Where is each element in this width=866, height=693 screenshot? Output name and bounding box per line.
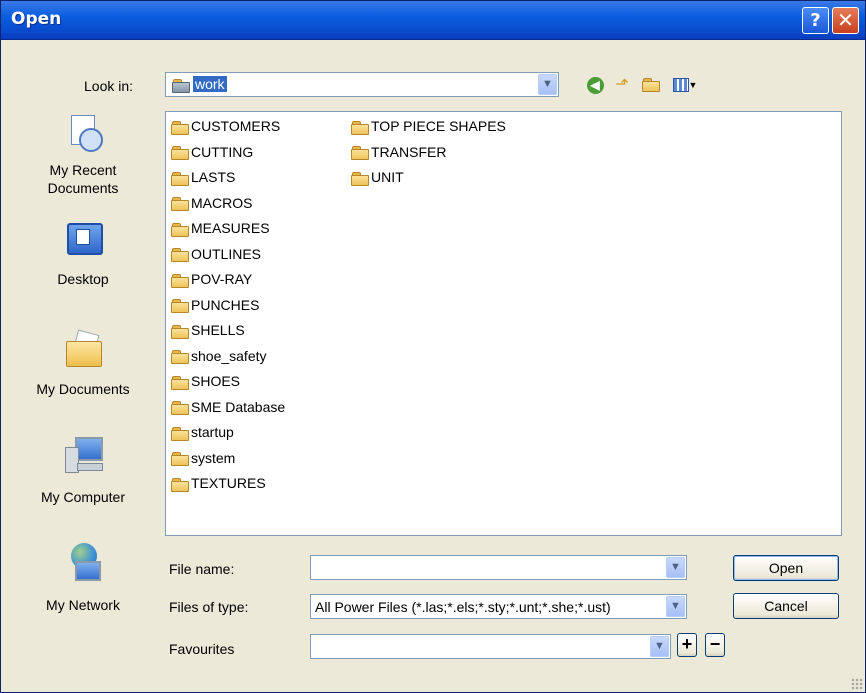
place-label: My Documents <box>36 381 130 397</box>
list-item[interactable]: POV-RAY <box>171 271 285 297</box>
folder-icon <box>351 146 369 161</box>
chevron-down-icon[interactable]: ▼ <box>538 74 557 95</box>
place-label: My Recent Documents <box>47 162 119 196</box>
folder-icon <box>171 146 189 161</box>
folder-icon <box>171 350 189 365</box>
look-in-combo[interactable]: work ▼ <box>165 72 559 97</box>
folder-icon <box>171 197 189 212</box>
folder-icon <box>171 375 189 390</box>
list-item[interactable]: MEASURES <box>171 220 285 246</box>
close-button[interactable]: ✕ <box>832 7 859 34</box>
files-of-type-value: All Power Files (*.las;*.els;*.sty;*.unt… <box>315 599 611 615</box>
files-of-type-label: Files of type: <box>169 599 249 615</box>
list-item[interactable]: PUNCHES <box>171 297 285 323</box>
list-item[interactable]: TRANSFER <box>351 144 506 170</box>
place-label: My Network <box>46 597 120 613</box>
list-item[interactable]: SME Database <box>171 399 285 425</box>
file-column-1: CUSTOMERS CUTTING LASTS MACROS MEASURES … <box>171 118 285 501</box>
recent-documents-icon <box>63 113 103 153</box>
open-button[interactable]: Open <box>733 555 839 581</box>
remove-favourite-button[interactable]: − <box>705 633 725 657</box>
my-computer-icon <box>63 435 103 475</box>
place-recent-documents[interactable]: My Recent Documents <box>9 113 157 197</box>
dialog-title: Open <box>11 9 62 29</box>
places-bar: My Recent Documents Desktop My Documents… <box>9 111 157 627</box>
place-label: My Computer <box>40 489 126 505</box>
back-icon[interactable]: ◀ <box>585 75 605 95</box>
title-bar[interactable]: Open ? ✕ <box>1 1 865 40</box>
list-item[interactable]: shoe_safety <box>171 348 285 374</box>
add-favourite-button[interactable]: + <box>677 633 697 657</box>
folder-icon <box>171 299 189 314</box>
my-network-icon <box>63 541 103 581</box>
place-my-documents[interactable]: My Documents <box>9 329 157 397</box>
file-column-2: TOP PIECE SHAPES TRANSFER UNIT <box>351 118 506 195</box>
look-in-text: work <box>193 76 227 92</box>
up-one-level-icon[interactable]: ⬏ <box>612 75 632 95</box>
look-in-value: work <box>172 76 227 93</box>
help-button[interactable]: ? <box>802 7 829 34</box>
folder-icon <box>171 222 189 237</box>
file-name-field[interactable]: ▼ <box>310 555 687 580</box>
list-item[interactable]: startup <box>171 424 285 450</box>
folder-icon <box>171 248 189 263</box>
folder-icon <box>171 452 189 467</box>
list-item[interactable]: UNIT <box>351 169 506 195</box>
place-my-computer[interactable]: My Computer <box>9 435 157 505</box>
folder-icon <box>171 171 189 186</box>
list-item[interactable]: TEXTURES <box>171 475 285 501</box>
file-name-label: File name: <box>169 561 235 577</box>
folder-icon <box>171 477 189 492</box>
files-of-type-select[interactable]: All Power Files (*.las;*.els;*.sty;*.unt… <box>310 594 687 619</box>
list-item[interactable]: TOP PIECE SHAPES <box>351 118 506 144</box>
folder-icon <box>172 78 190 93</box>
chevron-down-icon[interactable]: ▼ <box>666 596 685 617</box>
open-dialog: Open ? ✕ Look in: work ▼ ◀ ⬏ ▼ My Recent… <box>0 0 866 693</box>
folder-icon <box>171 120 189 135</box>
list-item[interactable]: SHOES <box>171 373 285 399</box>
look-in-label: Look in: <box>84 78 134 94</box>
my-documents-icon <box>63 329 103 369</box>
chevron-down-icon[interactable]: ▼ <box>666 557 685 578</box>
folder-icon <box>351 171 369 186</box>
file-list[interactable]: CUSTOMERS CUTTING LASTS MACROS MEASURES … <box>165 111 842 536</box>
cancel-button[interactable]: Cancel <box>733 593 839 619</box>
chevron-down-icon[interactable]: ▼ <box>650 636 669 657</box>
favourites-label: Favourites <box>169 641 235 657</box>
new-folder-icon[interactable] <box>641 75 661 95</box>
folder-icon <box>171 324 189 339</box>
folder-icon <box>351 120 369 135</box>
folder-icon <box>171 426 189 441</box>
list-item[interactable]: OUTLINES <box>171 246 285 272</box>
desktop-icon <box>63 219 103 259</box>
list-item[interactable]: LASTS <box>171 169 285 195</box>
list-item[interactable]: CUSTOMERS <box>171 118 285 144</box>
place-my-network[interactable]: My Network <box>9 541 157 613</box>
views-menu-icon[interactable]: ▼ <box>670 75 700 95</box>
folder-icon <box>171 401 189 416</box>
list-item[interactable]: system <box>171 450 285 476</box>
resize-grip[interactable] <box>851 678 863 690</box>
list-item[interactable]: CUTTING <box>171 144 285 170</box>
list-item[interactable]: MACROS <box>171 195 285 221</box>
place-desktop[interactable]: Desktop <box>9 219 157 287</box>
place-label: Desktop <box>57 271 109 287</box>
folder-icon <box>171 273 189 288</box>
favourites-select[interactable]: ▼ <box>310 634 671 659</box>
list-item[interactable]: SHELLS <box>171 322 285 348</box>
